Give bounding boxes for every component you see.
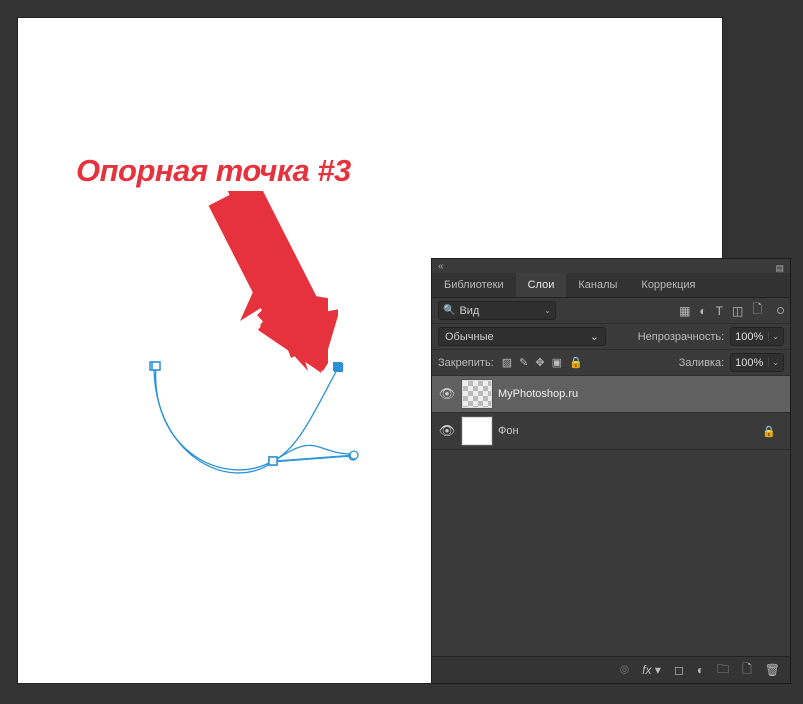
blend-row: Обычные ⌄ Непрозрачность: 100% ⌄ <box>432 324 790 350</box>
new-layer-icon[interactable]: 🗋 <box>742 660 752 681</box>
filter-type-icon[interactable]: T <box>716 304 723 318</box>
layer-thumbnail[interactable] <box>462 380 492 408</box>
panel-titlebar[interactable]: « ▤ <box>432 259 790 273</box>
tab-libraries[interactable]: Библиотеки <box>432 273 516 297</box>
lock-label: Закрепить: <box>438 357 494 369</box>
mask-icon[interactable]: ◻ <box>674 663 684 677</box>
delete-layer-icon[interactable]: 🗑 <box>765 663 780 677</box>
panel-menu-icon[interactable]: ▤ <box>775 263 784 274</box>
fill-value: 100% <box>735 357 763 369</box>
blend-mode-value: Обычные <box>445 331 494 343</box>
filter-type-label: Вид <box>459 305 540 317</box>
tab-adjustments[interactable]: Коррекция <box>629 273 707 297</box>
fx-icon[interactable]: fx ▾ <box>642 663 661 677</box>
link-layers-icon[interactable]: ⦾ <box>620 663 630 678</box>
layers-panel: « ▤ Библиотеки Слои Каналы Коррекция 🔍 В… <box>431 258 791 684</box>
visibility-toggle[interactable]: 👁 <box>438 423 456 439</box>
lock-pixels-icon[interactable]: ✎ <box>519 356 528 369</box>
panel-footer: ⦾ fx ▾ ◻ ◐ 🗀 🗋 🗑 <box>432 656 790 683</box>
filter-type-select[interactable]: 🔍 Вид ⌄ <box>438 301 556 320</box>
filter-adjust-icon[interactable]: ◐ <box>699 304 706 318</box>
layer-name[interactable]: MyPhotoshop.ru <box>498 388 578 400</box>
chevron-down-icon: ⌄ <box>768 332 779 341</box>
lock-artboard-icon[interactable]: ▣ <box>552 356 562 369</box>
filter-toggle[interactable] <box>777 307 784 314</box>
pen-path-overlay[interactable] <box>138 354 363 484</box>
filter-shape-icon[interactable]: ◫ <box>732 304 743 318</box>
layer-row[interactable]: 👁 Фон 🔒 <box>432 413 790 450</box>
opacity-value: 100% <box>735 331 763 343</box>
annotation-label: Опорная точка #3 <box>76 153 351 189</box>
layers-list: 👁 MyPhotoshop.ru 👁 Фон 🔒 <box>432 376 790 450</box>
fill-label: Заливка: <box>679 357 724 369</box>
chevron-down-icon: ⌄ <box>768 358 779 367</box>
chevron-down-icon: ⌄ <box>544 306 551 315</box>
lock-all-icon[interactable]: 🔒 <box>569 356 583 369</box>
layer-row[interactable]: 👁 MyPhotoshop.ru <box>432 376 790 413</box>
layer-thumbnail[interactable] <box>462 417 492 445</box>
lock-row: Закрепить: ▨ ✎ ✥ ▣ 🔒 Заливка: 100% ⌄ <box>432 350 790 376</box>
lock-transparency-icon[interactable]: ▨ <box>502 356 512 369</box>
lock-position-icon[interactable]: ✥ <box>535 356 544 369</box>
filter-row: 🔍 Вид ⌄ ▦ ◐ T ◫ 🗋 <box>432 298 790 324</box>
group-icon[interactable]: 🗀 <box>717 660 729 681</box>
annotation-arrow-clean <box>188 191 338 376</box>
opacity-label: Непрозрачность: <box>638 331 724 343</box>
blend-mode-select[interactable]: Обычные ⌄ <box>438 327 606 346</box>
collapse-icon[interactable]: « <box>438 261 448 271</box>
lock-icon: 🔒 <box>762 425 776 438</box>
tab-channels[interactable]: Каналы <box>566 273 629 297</box>
chevron-down-icon: ⌄ <box>590 330 599 343</box>
filter-icons: ▦ ◐ T ◫ 🗋 <box>679 300 784 321</box>
fill-input[interactable]: 100% ⌄ <box>730 353 784 372</box>
search-icon: 🔍 <box>443 305 455 316</box>
visibility-toggle[interactable]: 👁 <box>438 386 456 402</box>
tab-layers[interactable]: Слои <box>516 273 567 297</box>
filter-pixel-icon[interactable]: ▦ <box>679 304 690 318</box>
adjustment-layer-icon[interactable]: ◐ <box>697 663 704 677</box>
opacity-input[interactable]: 100% ⌄ <box>730 327 784 346</box>
layer-name[interactable]: Фон <box>498 425 519 437</box>
filter-smart-icon[interactable]: 🗋 <box>752 300 762 321</box>
panel-tabs: Библиотеки Слои Каналы Коррекция <box>432 273 790 298</box>
